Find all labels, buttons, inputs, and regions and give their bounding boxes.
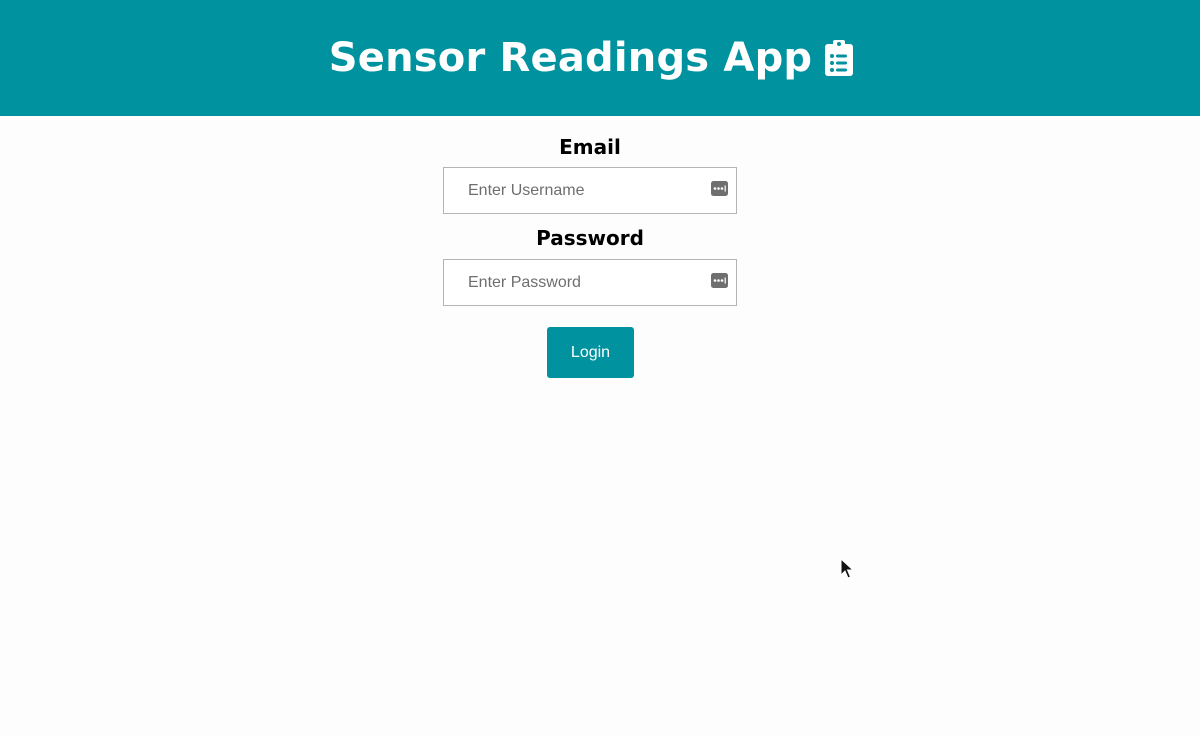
app-title: Sensor Readings App xyxy=(328,35,813,81)
password-manager-icon[interactable] xyxy=(711,181,728,196)
password-manager-icon[interactable] xyxy=(711,273,728,288)
clipboard-list-icon xyxy=(824,39,854,77)
email-input[interactable] xyxy=(444,168,736,213)
app-header: Sensor Readings App xyxy=(0,0,1200,116)
header-title-group: Sensor Readings App xyxy=(329,38,855,78)
email-label: Email xyxy=(559,135,621,159)
password-label: Password xyxy=(536,226,644,250)
mouse-cursor-icon xyxy=(840,557,855,580)
password-input[interactable] xyxy=(444,260,736,305)
password-field-container xyxy=(443,259,737,306)
login-button[interactable]: Login xyxy=(547,327,634,378)
email-field-container xyxy=(443,167,737,214)
